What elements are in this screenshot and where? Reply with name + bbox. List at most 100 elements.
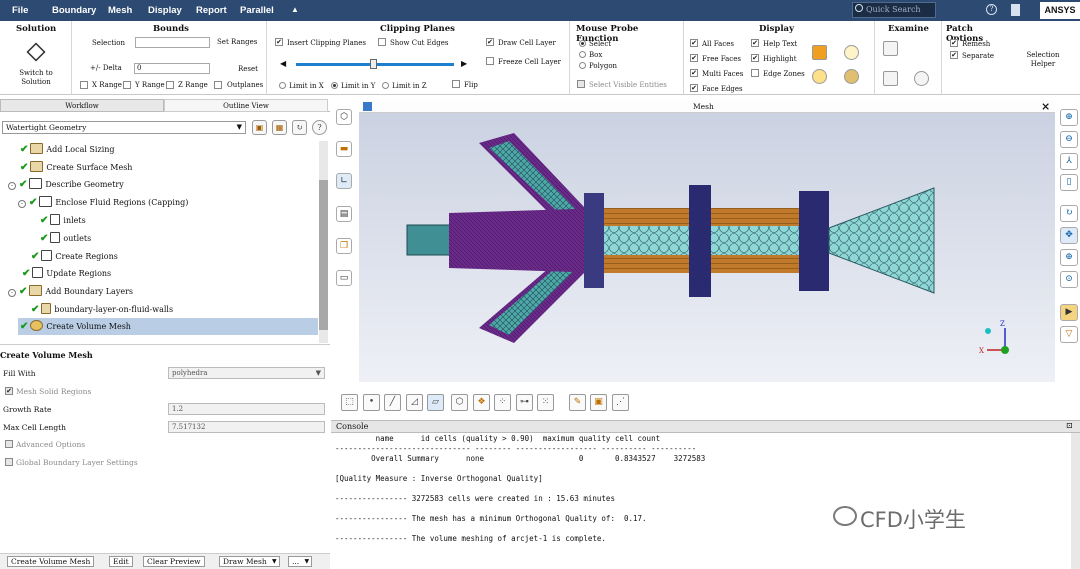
select-filter-icon[interactable]: ⬚	[341, 394, 358, 411]
help-icon[interactable]: ?	[986, 4, 997, 15]
tree-item-describe-geometry[interactable]: - ✔ Describe Geometry	[8, 176, 124, 193]
documentation-icon[interactable]	[1011, 4, 1020, 16]
tree-scrollbar-thumb[interactable]	[319, 180, 328, 330]
close-icon[interactable]: ×	[1041, 100, 1050, 113]
select-radio[interactable]	[579, 40, 586, 47]
tree-item-create-volume-mesh[interactable]: ✔ Create Volume Mesh	[20, 318, 131, 335]
ruler-icon[interactable]: ▬	[336, 141, 352, 157]
face-icon[interactable]: ◿	[406, 394, 423, 411]
clip-slider-thumb[interactable]	[370, 59, 377, 69]
max-cell-length-input[interactable]: 7.517132	[168, 421, 325, 433]
page-icon[interactable]: ▯	[1060, 174, 1078, 191]
connect-icon[interactable]: ⊶	[516, 394, 533, 411]
show-cut-edges-checkbox[interactable]	[378, 38, 386, 46]
highlight-checkbox[interactable]	[751, 54, 759, 62]
box-radio[interactable]	[579, 51, 586, 58]
layers-icon[interactable]: ❐	[336, 238, 352, 254]
zoom-icon[interactable]: ⊖	[1060, 131, 1078, 148]
create-volume-mesh-button[interactable]: Create Volume Mesh	[7, 556, 95, 567]
tree-item-inlets[interactable]: ✔ inlets	[40, 212, 86, 229]
collapse-icon[interactable]: -	[18, 200, 26, 208]
cube-view-icon[interactable]: ⬡	[336, 109, 352, 125]
node-icon[interactable]: ⁘	[494, 394, 511, 411]
cell-icon[interactable]: ❖	[473, 394, 490, 411]
insert-clipping-checkbox[interactable]	[275, 38, 283, 46]
freeze-cell-checkbox[interactable]	[486, 57, 494, 65]
advanced-options-checkbox[interactable]	[5, 440, 13, 448]
tree-item-add-boundary-layers[interactable]: - ✔ Add Boundary Layers	[8, 283, 133, 300]
x-range-checkbox[interactable]	[80, 81, 88, 89]
tab-workflow[interactable]: Workflow	[0, 99, 164, 112]
menu-mesh[interactable]: Mesh	[108, 5, 132, 16]
edge-zones-checkbox[interactable]	[751, 69, 759, 77]
highlight-icon[interactable]: ▶	[1060, 304, 1078, 321]
zoom-fit-icon[interactable]: ⊕	[1060, 109, 1078, 126]
menu-file[interactable]: File	[12, 5, 28, 16]
fill-with-select[interactable]: polyhedra ▼	[168, 367, 325, 379]
paint-icon[interactable]: ✎	[569, 394, 586, 411]
growth-rate-input[interactable]: 1.2	[168, 403, 325, 415]
global-bl-checkbox[interactable]	[5, 458, 13, 466]
quick-search-input[interactable]: Quick Search	[852, 2, 936, 18]
slider-right-icon[interactable]: ▶	[461, 59, 467, 68]
limit-z-radio[interactable]	[382, 82, 389, 89]
probe-icon[interactable]: ⋰	[612, 394, 629, 411]
face-edges-checkbox[interactable]	[690, 84, 698, 92]
clear-preview-button[interactable]: Clear Preview	[143, 556, 205, 567]
set-ranges-button[interactable]: Set Ranges	[217, 38, 257, 46]
tree-item-outlets[interactable]: ✔ outlets	[40, 230, 91, 247]
lighting-icon[interactable]	[844, 45, 859, 60]
refresh-icon[interactable]: ↻	[292, 120, 307, 135]
open-workflow-icon[interactable]: ▣	[252, 120, 267, 135]
menu-parallel[interactable]: Parallel	[240, 5, 274, 16]
edit-button[interactable]: Edit	[109, 556, 133, 567]
delta-input[interactable]: 0	[134, 63, 210, 74]
remesh-checkbox[interactable]	[950, 39, 958, 47]
nodes-icon[interactable]	[883, 41, 898, 56]
flip-checkbox[interactable]	[452, 80, 460, 88]
all-faces-checkbox[interactable]	[690, 39, 698, 47]
info-icon[interactable]	[914, 71, 929, 86]
axes-icon[interactable]: ∟	[336, 173, 352, 189]
console-scrollbar[interactable]	[1071, 433, 1080, 569]
orient-icon[interactable]: ⅄	[1060, 153, 1078, 170]
menu-report[interactable]: Report	[196, 5, 227, 16]
sun-icon[interactable]	[812, 69, 827, 84]
box-select-icon[interactable]: ▣	[590, 394, 607, 411]
separate-checkbox[interactable]	[950, 51, 958, 59]
limit-y-radio[interactable]	[331, 82, 338, 89]
selection-helper-button[interactable]: Selection Helper	[1020, 51, 1066, 69]
console-output[interactable]: name id cells (quality > 0.90) maximum q…	[331, 433, 1071, 569]
point-icon[interactable]: •	[363, 394, 380, 411]
y-range-checkbox[interactable]	[123, 81, 131, 89]
collapse-icon[interactable]: -	[8, 289, 16, 297]
rotate-icon[interactable]: ↻	[1060, 205, 1078, 222]
filter-icon[interactable]: ▽	[1060, 326, 1078, 343]
zoom-box-icon[interactable]: ⊙	[1060, 271, 1078, 288]
color-scheme-icon[interactable]	[812, 45, 827, 60]
menu-boundary[interactable]: Boundary	[52, 5, 96, 16]
tab-outline-view[interactable]: Outline View	[164, 99, 328, 112]
tree-item-add-local-sizing[interactable]: ✔ Add Local Sizing	[20, 141, 115, 158]
limit-x-radio[interactable]	[279, 82, 286, 89]
zone-icon[interactable]: ▱	[427, 394, 444, 411]
pan-icon[interactable]: ✥	[1060, 227, 1078, 244]
reset-button[interactable]: Reset	[238, 65, 258, 73]
zoom-in-icon[interactable]: ⊕	[1060, 249, 1078, 266]
switch-to-solution-button[interactable]: Switch to Solution	[16, 69, 56, 87]
visibility-icon[interactable]	[844, 69, 859, 84]
mesh-solid-checkbox[interactable]	[5, 387, 13, 395]
collapse-icon[interactable]: -	[8, 182, 16, 190]
workflow-type-select[interactable]: Watertight Geometry ▼	[2, 121, 246, 134]
free-faces-checkbox[interactable]	[690, 54, 698, 62]
z-range-checkbox[interactable]	[166, 81, 174, 89]
edge-icon[interactable]: ╱	[384, 394, 401, 411]
console-options-icon[interactable]: ⊡	[1066, 421, 1073, 430]
tree-item-update-regions[interactable]: ✔ Update Regions	[22, 265, 111, 282]
collapse-ribbon-icon[interactable]: ▲	[291, 5, 299, 14]
draw-mesh-button[interactable]: Draw Mesh ▼	[219, 556, 280, 567]
tree-item-enclose-fluid-regions[interactable]: - ✔ Enclose Fluid Regions (Capping)	[18, 194, 188, 211]
slider-left-icon[interactable]: ◀	[280, 59, 286, 68]
draw-cell-layer-checkbox[interactable]	[486, 38, 494, 46]
menu-display[interactable]: Display	[148, 5, 182, 16]
